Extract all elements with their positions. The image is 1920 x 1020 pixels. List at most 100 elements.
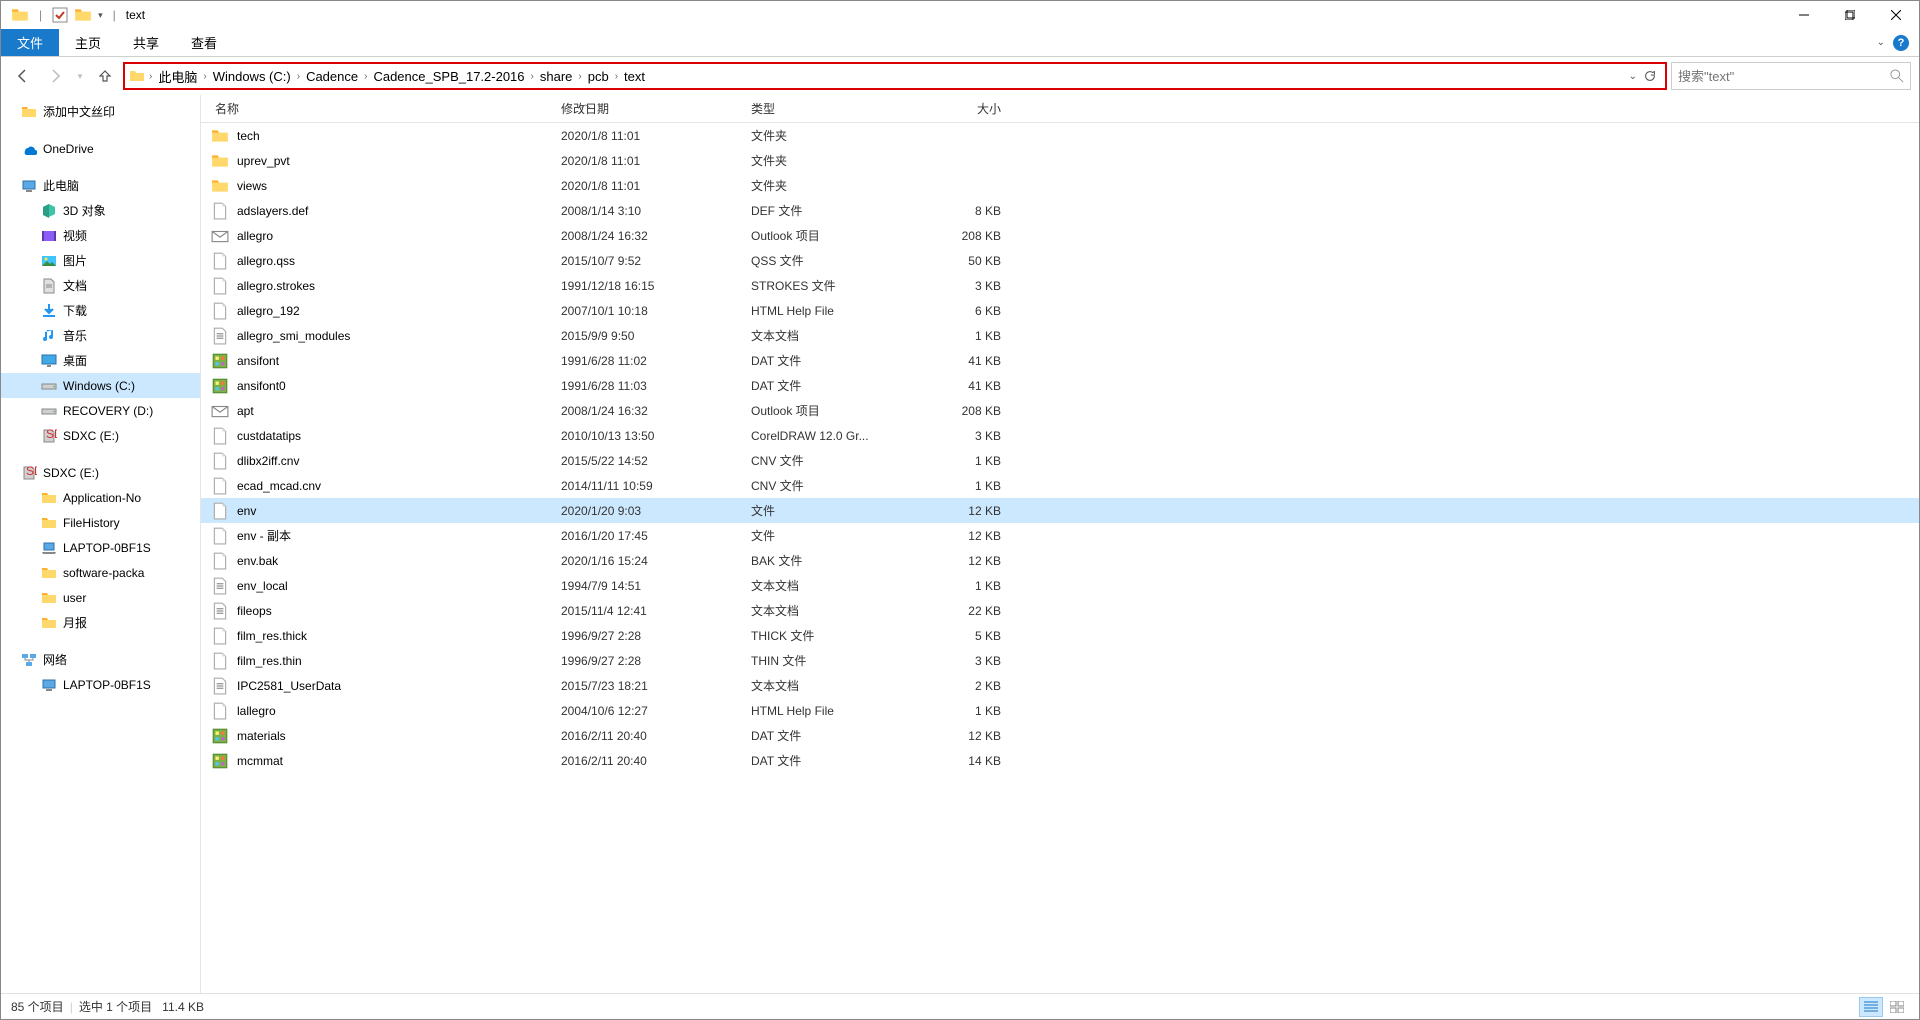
up-button[interactable]	[91, 62, 119, 90]
sidebar-item[interactable]: 月报	[1, 610, 200, 635]
sidebar-item[interactable]: LAPTOP-0BF1S	[1, 535, 200, 560]
file-row[interactable]: ansifont1991/6/28 11:02DAT 文件41 KB	[201, 348, 1919, 373]
recent-dropdown[interactable]: ▾	[73, 62, 87, 90]
file-date: 2015/11/4 12:41	[561, 604, 751, 618]
sidebar-item[interactable]: Application-No	[1, 485, 200, 510]
file-row[interactable]: adslayers.def2008/1/14 3:10DEF 文件8 KB	[201, 198, 1919, 223]
crumb-sep[interactable]: ›	[295, 71, 302, 82]
file-list[interactable]: tech2020/1/8 11:01文件夹uprev_pvt2020/1/8 1…	[201, 123, 1919, 993]
file-row[interactable]: allegro.strokes1991/12/18 16:15STROKES 文…	[201, 273, 1919, 298]
sidebar-item[interactable]: SDSDXC (E:)	[1, 423, 200, 448]
sidebar-item[interactable]: FileHistory	[1, 510, 200, 535]
forward-button[interactable]	[41, 62, 69, 90]
sidebar-item[interactable]: 音乐	[1, 323, 200, 348]
file-row[interactable]: apt2008/1/24 16:32Outlook 项目208 KB	[201, 398, 1919, 423]
sidebar-item[interactable]: LAPTOP-0BF1S	[1, 672, 200, 697]
column-size[interactable]: 大小	[911, 100, 1011, 117]
details-view-button[interactable]	[1859, 997, 1883, 1017]
file-row[interactable]: allegro2008/1/24 16:32Outlook 项目208 KB	[201, 223, 1919, 248]
back-button[interactable]	[9, 62, 37, 90]
sidebar-item[interactable]: user	[1, 585, 200, 610]
qat-separator: |	[39, 8, 42, 22]
tab-view[interactable]: 查看	[175, 29, 233, 56]
file-row[interactable]: mcmmat2016/2/11 20:40DAT 文件14 KB	[201, 748, 1919, 773]
file-row[interactable]: env - 副本2016/1/20 17:45文件12 KB	[201, 523, 1919, 548]
checkbox-icon[interactable]	[52, 7, 68, 23]
crumb-share[interactable]: share	[538, 69, 575, 84]
minimize-button[interactable]	[1781, 1, 1827, 29]
maximize-button[interactable]	[1827, 1, 1873, 29]
file-row[interactable]: film_res.thick1996/9/27 2:28THICK 文件5 KB	[201, 623, 1919, 648]
sidebar-item[interactable]: 此电脑	[1, 173, 200, 198]
address-bar[interactable]: › 此电脑 › Windows (C:) › Cadence › Cadence…	[123, 62, 1667, 90]
file-row[interactable]: custdatatips2010/10/13 13:50CorelDRAW 12…	[201, 423, 1919, 448]
file-size: 3 KB	[911, 654, 1011, 668]
close-button[interactable]	[1873, 1, 1919, 29]
refresh-icon[interactable]	[1643, 69, 1657, 83]
crumb-sep[interactable]: ›	[576, 71, 583, 82]
file-row[interactable]: env.bak2020/1/16 15:24BAK 文件12 KB	[201, 548, 1919, 573]
address-dropdown-icon[interactable]: ⌄	[1629, 71, 1637, 82]
crumb-drive[interactable]: Windows (C:)	[211, 69, 293, 84]
sidebar-item[interactable]: 下载	[1, 298, 200, 323]
tab-file[interactable]: 文件	[1, 29, 59, 56]
crumb-sep[interactable]: ›	[529, 71, 536, 82]
addressbar-end: ⌄	[1629, 69, 1661, 83]
file-name: fileops	[237, 604, 561, 618]
crumb-sep[interactable]: ›	[362, 71, 369, 82]
icons-view-button[interactable]	[1885, 997, 1909, 1017]
sidebar-item[interactable]: software-packa	[1, 560, 200, 585]
sidebar-item[interactable]: 桌面	[1, 348, 200, 373]
help-icon[interactable]: ?	[1893, 35, 1909, 51]
file-row[interactable]: allegro.qss2015/10/7 9:52QSS 文件50 KB	[201, 248, 1919, 273]
sidebar-item[interactable]: 文档	[1, 273, 200, 298]
file-row[interactable]: views2020/1/8 11:01文件夹	[201, 173, 1919, 198]
sidebar-item[interactable]: 视频	[1, 223, 200, 248]
file-row[interactable]: env_local1994/7/9 14:51文本文档1 KB	[201, 573, 1919, 598]
crumb-sep[interactable]: ›	[147, 71, 154, 82]
file-row[interactable]: dlibx2iff.cnv2015/5/22 14:52CNV 文件1 KB	[201, 448, 1919, 473]
sidebar-item[interactable]: RECOVERY (D:)	[1, 398, 200, 423]
column-type[interactable]: 类型	[751, 100, 911, 117]
ribbon-expand-icon[interactable]: ⌄	[1877, 37, 1885, 48]
file-row[interactable]: allegro_1922007/10/1 10:18HTML Help File…	[201, 298, 1919, 323]
sidebar-item[interactable]: SDSDXC (E:)	[1, 460, 200, 485]
file-size: 41 KB	[911, 379, 1011, 393]
sidebar-item[interactable]: OneDrive	[1, 136, 200, 161]
file-row[interactable]: uprev_pvt2020/1/8 11:01文件夹	[201, 148, 1919, 173]
crumb-thispc[interactable]: 此电脑	[156, 67, 199, 86]
sidebar-item[interactable]: 图片	[1, 248, 200, 273]
file-row[interactable]: ecad_mcad.cnv2014/11/11 10:59CNV 文件1 KB	[201, 473, 1919, 498]
sidebar-item[interactable]: 网络	[1, 647, 200, 672]
crumb-pcb[interactable]: pcb	[586, 69, 611, 84]
sidebar[interactable]: 添加中文丝印 OneDrive 此电脑3D 对象视频图片文档下载音乐桌面Window…	[1, 95, 201, 993]
file-name: ansifont0	[237, 379, 561, 393]
crumb-spb[interactable]: Cadence_SPB_17.2-2016	[371, 69, 526, 84]
file-row[interactable]: ansifont01991/6/28 11:03DAT 文件41 KB	[201, 373, 1919, 398]
sidebar-item[interactable]: 添加中文丝印	[1, 99, 200, 124]
search-input[interactable]	[1678, 69, 1890, 84]
file-row[interactable]: tech2020/1/8 11:01文件夹	[201, 123, 1919, 148]
file-size: 12 KB	[911, 554, 1011, 568]
search-box[interactable]	[1671, 62, 1911, 90]
crumb-sep[interactable]: ›	[613, 71, 620, 82]
sidebar-item[interactable]: 3D 对象	[1, 198, 200, 223]
qat-dropdown[interactable]: ▾	[98, 10, 103, 21]
file-row[interactable]: film_res.thin1996/9/27 2:28THIN 文件3 KB	[201, 648, 1919, 673]
tab-home[interactable]: 主页	[59, 29, 117, 56]
search-icon[interactable]	[1890, 69, 1904, 83]
file-row[interactable]: allegro_smi_modules2015/9/9 9:50文本文档1 KB	[201, 323, 1919, 348]
file-row[interactable]: fileops2015/11/4 12:41文本文档22 KB	[201, 598, 1919, 623]
file-row[interactable]: env2020/1/20 9:03文件12 KB	[201, 498, 1919, 523]
file-row[interactable]: IPC2581_UserData2015/7/23 18:21文本文档2 KB	[201, 673, 1919, 698]
crumb-sep[interactable]: ›	[201, 71, 208, 82]
titlebar: | ▾ | text	[1, 1, 1919, 29]
sidebar-item[interactable]: Windows (C:)	[1, 373, 200, 398]
crumb-text[interactable]: text	[622, 69, 647, 84]
tab-share[interactable]: 共享	[117, 29, 175, 56]
file-row[interactable]: materials2016/2/11 20:40DAT 文件12 KB	[201, 723, 1919, 748]
sidebar-item-label: SDXC (E:)	[63, 429, 119, 443]
column-name[interactable]: 名称	[211, 100, 561, 117]
crumb-cadence[interactable]: Cadence	[304, 69, 360, 84]
file-row[interactable]: lallegro2004/10/6 12:27HTML Help File1 K…	[201, 698, 1919, 723]
